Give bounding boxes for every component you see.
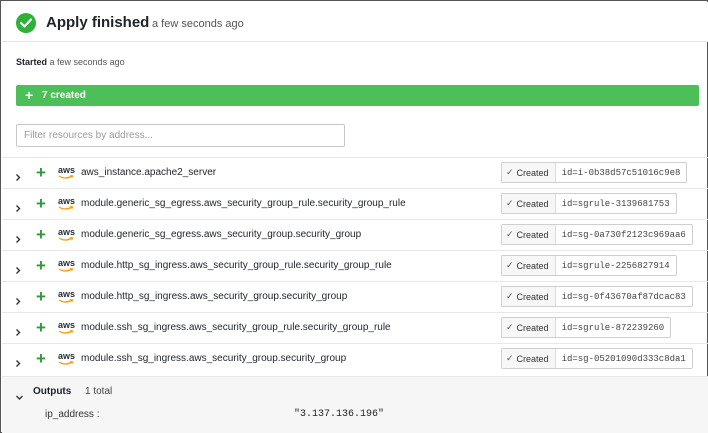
aws-smile-icon xyxy=(58,330,74,334)
started-line: Started a few seconds ago xyxy=(16,57,125,67)
outputs-section: Outputs 1 total ip_address : "3.137.136.… xyxy=(2,376,708,433)
status-created: ✓ Created xyxy=(502,163,556,182)
resource-row[interactable]: + aws module.generic_sg_egress.aws_securit… xyxy=(2,188,708,219)
filter-resources-input[interactable] xyxy=(16,124,345,147)
resource-list: + aws aws_instance.apache2_server ✓ Created i… xyxy=(2,157,708,374)
chevron-right-icon[interactable] xyxy=(14,355,22,373)
status-label: Created xyxy=(516,229,549,240)
apply-header: Apply finished a few seconds ago xyxy=(2,2,708,42)
status-badge: ✓ Created id=sg-0a730f2123c969aa6 xyxy=(501,224,693,245)
check-icon: ✓ xyxy=(506,167,514,177)
check-icon: ✓ xyxy=(506,260,514,270)
resource-address: module.generic_sg_egress.aws_security_gr… xyxy=(81,198,406,209)
resource-row[interactable]: + aws aws_instance.apache2_server ✓ Created i… xyxy=(2,157,708,188)
status-created: ✓ Created xyxy=(502,287,556,306)
resource-row[interactable]: + aws module.ssh_sg_ingress.aws_security_g… xyxy=(2,343,708,374)
resource-id: id=i-0b38d57c51016c9e8 xyxy=(561,167,681,178)
plus-icon: + xyxy=(36,163,46,182)
output-key: ip_address : xyxy=(45,409,100,420)
status-label: Created xyxy=(516,198,549,209)
aws-icon: aws xyxy=(58,196,76,206)
plus-icon: + xyxy=(36,225,46,244)
status-badge: ✓ Created id=i-0b38d57c51016c9e8 xyxy=(501,162,688,183)
resource-id: id=sgrule-3139681753 xyxy=(561,198,670,209)
status-badge: ✓ Created id=sgrule-2256827914 xyxy=(501,255,677,276)
started-label: Started xyxy=(16,57,48,67)
resource-row[interactable]: + aws module.ssh_sg_ingress.aws_security_g… xyxy=(2,312,708,343)
status-badge: ✓ Created id=sgrule-3139681753 xyxy=(501,193,677,214)
aws-smile-icon xyxy=(58,206,74,210)
resource-id: id=sg-0a730f2123c969aa6 xyxy=(561,229,686,240)
status-created: ✓ Created xyxy=(502,194,556,213)
header-timestamp: a few seconds ago xyxy=(152,18,244,30)
check-icon: ✓ xyxy=(506,198,514,208)
plus-icon: + xyxy=(36,287,46,306)
output-value: "3.137.136.196" xyxy=(294,409,385,420)
status-badge: ✓ Created id=sg-0f43670af87dcac83 xyxy=(501,286,693,307)
chevron-right-icon[interactable] xyxy=(14,231,22,249)
resource-row[interactable]: + aws module.http_sg_ingress.aws_security_… xyxy=(2,281,708,312)
aws-icon: aws xyxy=(58,320,76,330)
check-icon: ✓ xyxy=(506,291,514,301)
resource-id: id=sg-05201090d333c8da1 xyxy=(561,353,686,364)
check-icon: ✓ xyxy=(506,229,514,239)
apply-panel: Apply finished a few seconds ago Started… xyxy=(0,0,708,433)
status-badge: ✓ Created id=sg-05201090d333c8da1 xyxy=(501,348,693,369)
chevron-right-icon[interactable] xyxy=(14,262,22,280)
check-icon: ✓ xyxy=(506,353,514,363)
resource-address: module.generic_sg_egress.aws_security_gr… xyxy=(81,229,362,240)
status-label: Created xyxy=(516,322,549,333)
outputs-title: Outputs xyxy=(33,386,72,397)
started-time: a few seconds ago xyxy=(49,57,125,67)
resource-id: id=sgrule-2256827914 xyxy=(561,260,670,271)
resource-id: id=sg-0f43670af87dcac83 xyxy=(561,291,686,302)
aws-icon: aws xyxy=(58,289,76,299)
chevron-down-icon[interactable] xyxy=(15,389,24,407)
resource-id: id=sgrule-872239260 xyxy=(561,322,665,333)
status-created: ✓ Created xyxy=(502,318,556,337)
status-created: ✓ Created xyxy=(502,225,556,244)
status-label: Created xyxy=(516,167,549,178)
resource-address: module.ssh_sg_ingress.aws_security_group… xyxy=(81,353,347,364)
status-label: Created xyxy=(516,291,549,302)
aws-smile-icon xyxy=(58,299,74,303)
check-circle-icon xyxy=(16,13,36,33)
summary-bar[interactable]: + 7 created xyxy=(16,85,699,106)
status-badge: ✓ Created id=sgrule-872239260 xyxy=(501,317,672,338)
aws-smile-icon xyxy=(58,268,74,272)
plus-icon: + xyxy=(36,318,46,337)
aws-icon: aws xyxy=(58,351,76,361)
resource-address: module.ssh_sg_ingress.aws_security_group… xyxy=(81,322,391,333)
aws-icon: aws xyxy=(58,165,76,175)
resource-row[interactable]: + aws module.http_sg_ingress.aws_security_… xyxy=(2,250,708,281)
aws-smile-icon xyxy=(58,361,74,365)
aws-icon: aws xyxy=(58,258,76,268)
page-title: Apply finished xyxy=(46,14,150,31)
aws-smile-icon xyxy=(58,237,74,241)
status-label: Created xyxy=(516,260,549,271)
outputs-count: 1 total xyxy=(85,386,113,397)
resource-row[interactable]: + aws module.generic_sg_egress.aws_securit… xyxy=(2,219,708,250)
plus-icon: + xyxy=(25,87,34,103)
check-icon: ✓ xyxy=(506,322,514,332)
plus-icon: + xyxy=(36,194,46,213)
plus-icon: + xyxy=(36,349,46,368)
chevron-right-icon[interactable] xyxy=(14,293,22,311)
resource-address: module.http_sg_ingress.aws_security_grou… xyxy=(81,260,392,271)
chevron-right-icon[interactable] xyxy=(14,169,22,187)
resource-address: module.http_sg_ingress.aws_security_grou… xyxy=(81,291,348,302)
status-label: Created xyxy=(516,353,549,364)
chevron-right-icon[interactable] xyxy=(14,324,22,342)
aws-smile-icon xyxy=(58,175,74,179)
plus-icon: + xyxy=(36,256,46,275)
summary-label: 7 created xyxy=(42,90,86,101)
status-created: ✓ Created xyxy=(502,256,556,275)
chevron-right-icon[interactable] xyxy=(14,200,22,218)
status-created: ✓ Created xyxy=(502,349,556,368)
aws-icon: aws xyxy=(58,227,76,237)
resource-address: aws_instance.apache2_server xyxy=(81,167,217,178)
